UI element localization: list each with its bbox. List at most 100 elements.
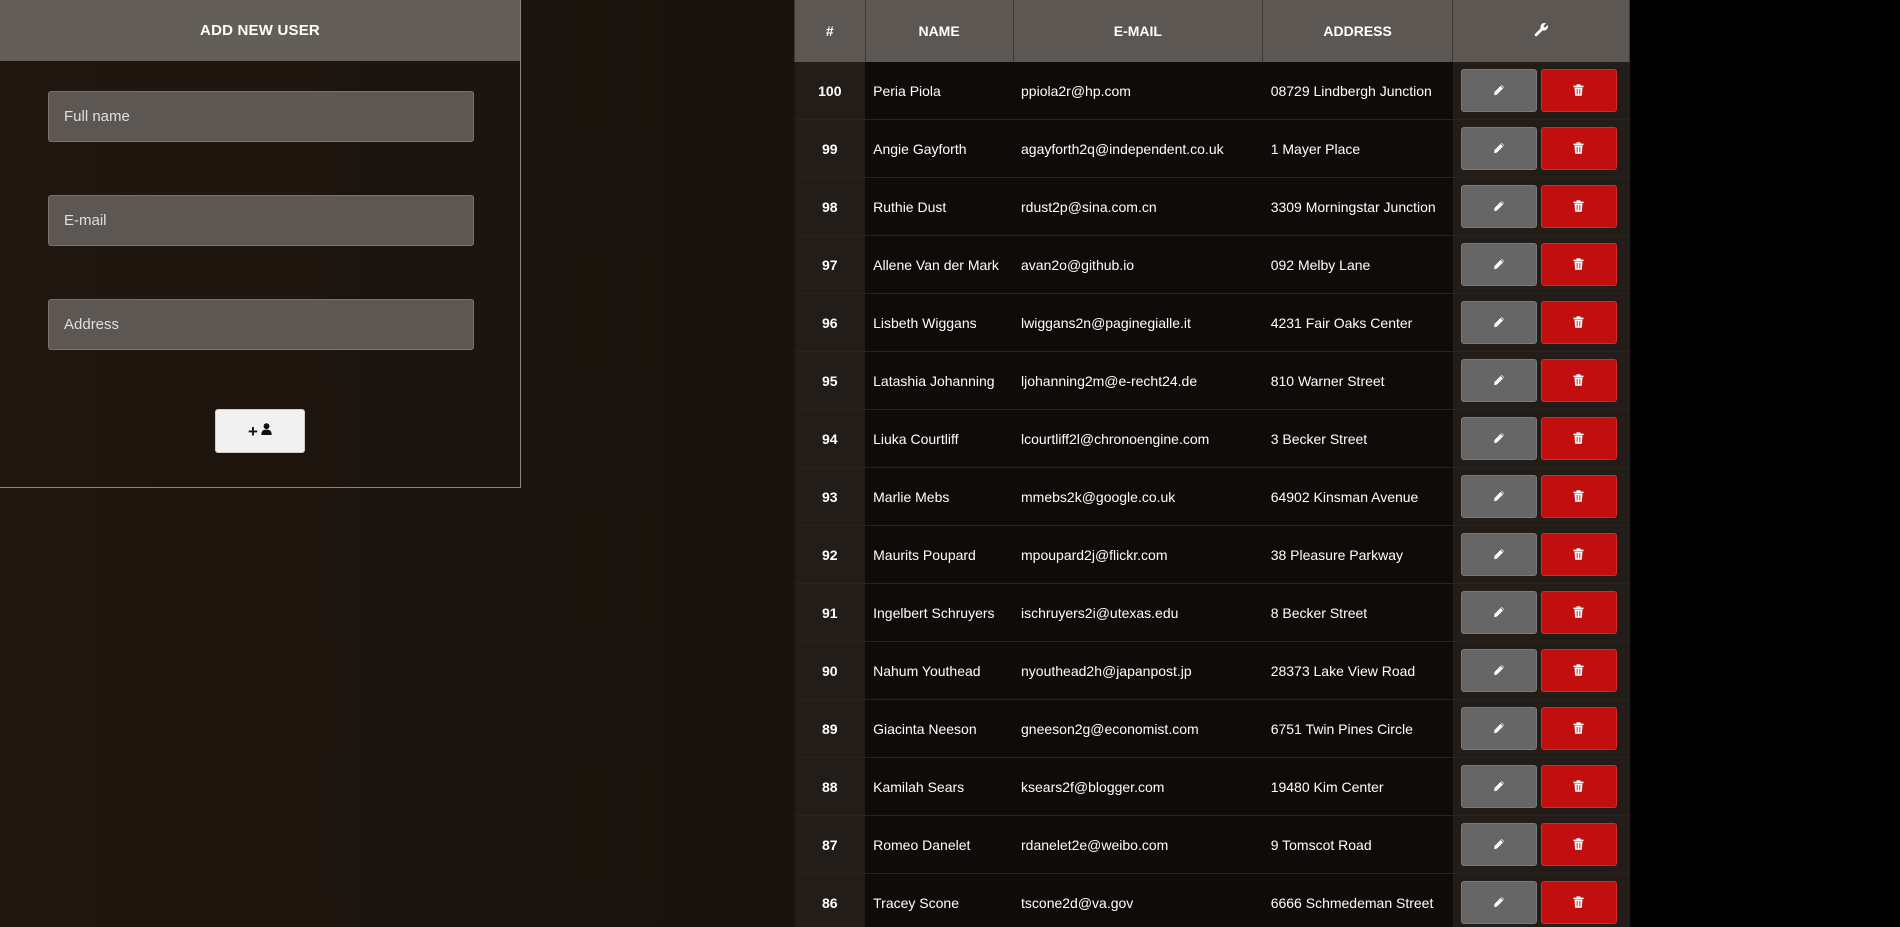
delete-button[interactable] [1540, 475, 1617, 518]
row-id: 97 [794, 235, 866, 294]
row-email: lcourtliff2l@chronoengine.com [1013, 409, 1263, 468]
row-name: Peria Piola [865, 62, 1014, 120]
full-name-input[interactable] [48, 91, 474, 142]
plus-icon: + [248, 421, 258, 441]
edit-button[interactable] [1460, 591, 1537, 634]
edit-button[interactable] [1460, 823, 1537, 866]
delete-button[interactable] [1540, 533, 1617, 576]
row-email: mpoupard2j@flickr.com [1013, 525, 1263, 584]
add-user-panel: ADD NEW USER + [0, 0, 521, 488]
email-input[interactable] [48, 195, 474, 246]
add-user-button[interactable]: + [215, 409, 305, 453]
delete-button[interactable] [1540, 301, 1617, 344]
table-row: 88 Kamilah Sears ksears2f@blogger.com 19480… [794, 757, 1630, 816]
row-actions [1452, 583, 1630, 642]
row-actions [1452, 873, 1630, 927]
app-viewport: ADD NEW USER + # NAME [0, 0, 1630, 927]
user-icon [261, 422, 272, 440]
trash-icon [1573, 315, 1584, 331]
row-id: 92 [794, 525, 866, 584]
table-row: 93 Marlie Mebs mmebs2k@google.co.uk 64902 K… [794, 467, 1630, 526]
edit-button[interactable] [1460, 359, 1537, 402]
edit-button[interactable] [1460, 243, 1537, 286]
row-address: 08729 Lindbergh Junction [1262, 62, 1453, 120]
trash-icon [1573, 489, 1584, 505]
row-id: 94 [794, 409, 866, 468]
delete-button[interactable] [1540, 765, 1617, 808]
right-gutter [1630, 0, 1900, 927]
row-address: 19480 Kim Center [1262, 757, 1453, 816]
table-row: 92 Maurits Poupard mpoupard2j@flickr.com 38… [794, 525, 1630, 584]
row-name: Romeo Danelet [865, 815, 1014, 874]
row-address: 6751 Twin Pines Circle [1262, 699, 1453, 758]
column-header-id: # [794, 0, 866, 62]
row-id: 87 [794, 815, 866, 874]
wrench-icon [1534, 23, 1549, 40]
trash-icon [1573, 141, 1584, 157]
table-row: 97 Allene Van der Mark avan2o@github.io 092… [794, 235, 1630, 294]
row-actions [1452, 235, 1630, 294]
edit-button[interactable] [1460, 127, 1537, 170]
row-email: avan2o@github.io [1013, 235, 1263, 294]
pencil-icon [1493, 141, 1505, 157]
table-row: 91 Ingelbert Schruyers ischruyers2i@utexas… [794, 583, 1630, 642]
row-email: mmebs2k@google.co.uk [1013, 467, 1263, 526]
edit-button[interactable] [1460, 881, 1537, 924]
delete-button[interactable] [1540, 707, 1617, 750]
delete-button[interactable] [1540, 185, 1617, 228]
pencil-icon [1493, 779, 1505, 795]
delete-button[interactable] [1540, 69, 1617, 112]
row-id: 90 [794, 641, 866, 700]
edit-button[interactable] [1460, 69, 1537, 112]
row-name: Tracey Scone [865, 873, 1014, 927]
edit-button[interactable] [1460, 707, 1537, 750]
trash-icon [1573, 547, 1584, 563]
pencil-icon [1493, 373, 1505, 389]
column-header-name: NAME [864, 0, 1014, 62]
row-address: 810 Warner Street [1262, 351, 1453, 410]
delete-button[interactable] [1540, 243, 1617, 286]
table-body: 100 Peria Piola ppiola2r@hp.com 08729 Lindb… [794, 62, 1630, 927]
trash-icon [1573, 605, 1584, 621]
delete-button[interactable] [1540, 881, 1617, 924]
trash-icon [1573, 779, 1584, 795]
trash-icon [1573, 837, 1584, 853]
row-email: nyouthead2h@japanpost.jp [1013, 641, 1263, 700]
edit-button[interactable] [1460, 475, 1537, 518]
row-id: 100 [794, 62, 866, 120]
address-input[interactable] [48, 299, 474, 350]
row-name: Ingelbert Schruyers [865, 583, 1014, 642]
edit-button[interactable] [1460, 185, 1537, 228]
delete-button[interactable] [1540, 649, 1617, 692]
delete-button[interactable] [1540, 127, 1617, 170]
column-header-email: E-MAIL [1012, 0, 1264, 62]
row-address: 3309 Morningstar Junction [1262, 177, 1453, 236]
row-name: Nahum Youthead [865, 641, 1014, 700]
trash-icon [1573, 257, 1584, 273]
pencil-icon [1493, 895, 1505, 911]
delete-button[interactable] [1540, 823, 1617, 866]
delete-button[interactable] [1540, 359, 1617, 402]
table-row: 96 Lisbeth Wiggans lwiggans2n@paginegialle… [794, 293, 1630, 352]
row-id: 93 [794, 467, 866, 526]
edit-button[interactable] [1460, 533, 1537, 576]
table-row: 100 Peria Piola ppiola2r@hp.com 08729 Lindb… [794, 62, 1630, 120]
edit-button[interactable] [1460, 765, 1537, 808]
row-address: 9 Tomscot Road [1262, 815, 1453, 874]
edit-button[interactable] [1460, 417, 1537, 460]
pencil-icon [1493, 837, 1505, 853]
row-id: 91 [794, 583, 866, 642]
edit-button[interactable] [1460, 649, 1537, 692]
edit-button[interactable] [1460, 301, 1537, 344]
row-actions [1452, 467, 1630, 526]
row-id: 96 [794, 293, 866, 352]
trash-icon [1573, 199, 1584, 215]
pencil-icon [1493, 83, 1505, 99]
delete-button[interactable] [1540, 417, 1617, 460]
pencil-icon [1493, 547, 1505, 563]
row-id: 86 [794, 873, 866, 927]
table-row: 94 Liuka Courtliff lcourtliff2l@chronoengi… [794, 409, 1630, 468]
row-address: 6666 Schmedeman Street [1262, 873, 1453, 927]
delete-button[interactable] [1540, 591, 1617, 634]
row-id: 88 [794, 757, 866, 816]
